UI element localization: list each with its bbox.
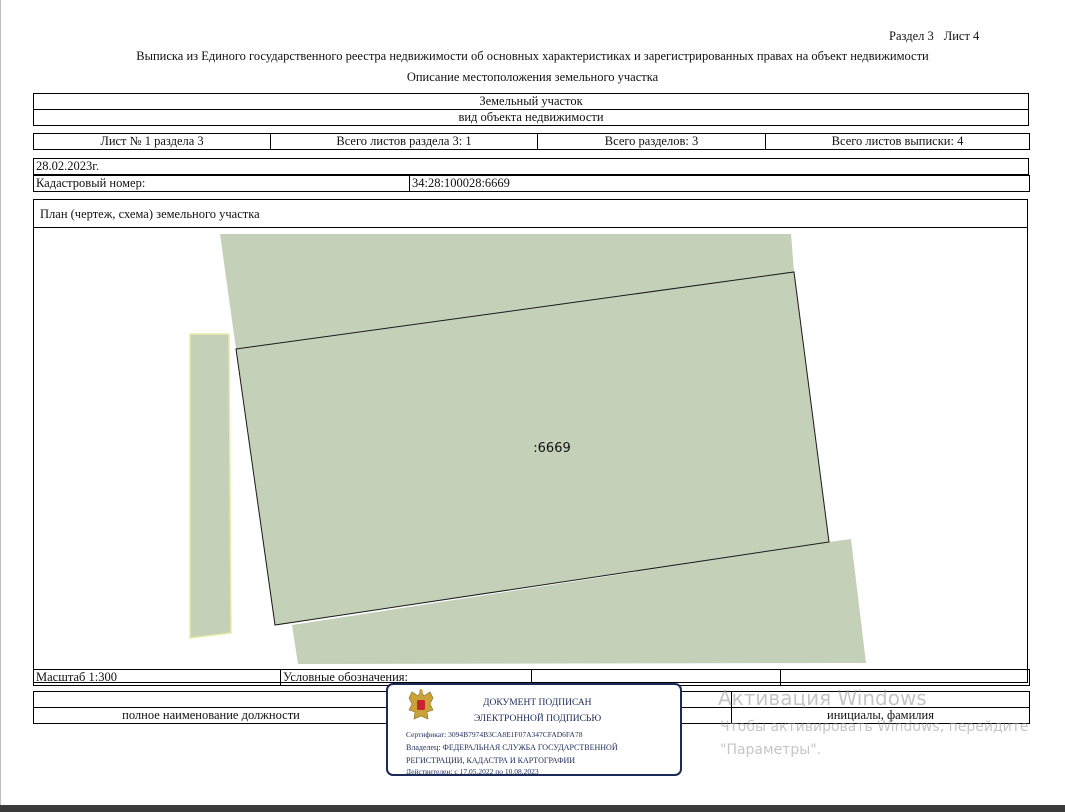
total-extract-sheets: Всего листов выписки: 4 [765, 133, 1030, 150]
neighbor-parcel-left [189, 333, 232, 639]
object-type: Земельный участок [33, 93, 1029, 110]
section-sheet-header: Раздел 3 Лист 4 [879, 29, 979, 44]
object-type-table: Земельный участок вид объекта недвижимос… [33, 93, 1029, 126]
sheets-info-table: Лист № 1 раздела 3 Всего листов раздела … [33, 133, 1030, 150]
stamp-validity: Действителен: с 17.05.2022 по 10.08.2023 [406, 767, 539, 776]
position-caption: полное наименование должности [33, 707, 389, 724]
stamp-line1: ДОКУМЕНТ ПОДПИСАН [483, 698, 592, 708]
windows-activation-title: Активация Windows [718, 686, 927, 710]
total-section-sheets: Всего листов раздела 3: 1 [270, 133, 538, 150]
cadastral-table: Кадастровый номер: 34:28:100028:6669 [33, 175, 1030, 192]
electronic-signature-stamp: ДОКУМЕНТ ПОДПИСАН ЭЛЕКТРОННОЙ ПОДПИСЬЮ С… [386, 683, 682, 776]
plan-title: План (чертеж, схема) земельного участка [40, 207, 260, 221]
stamp-owner-line1: Владелец: ФЕДЕРАЛЬНАЯ СЛУЖБА ГОСУДАРСТВЕ… [406, 743, 618, 752]
windows-activation-line2: "Параметры". [720, 742, 822, 758]
position-cell [33, 691, 389, 708]
stamp-owner-line2: РЕГИСТРАЦИИ, КАДАСТРА И КАРТОГРАФИИ [406, 756, 576, 765]
legend-cell-empty [780, 669, 1030, 686]
cadastral-label: Кадастровый номер: [33, 175, 410, 192]
object-type-caption: вид объекта недвижимости [33, 109, 1029, 126]
parcel-label: :6669 [533, 441, 570, 456]
section-number: Раздел 3 [889, 29, 934, 43]
extract-date: 28.02.2023г. [33, 158, 1029, 175]
page-left-edge [0, 0, 1, 812]
sheet-number: Лист 4 [943, 29, 980, 43]
scale-value: Масштаб 1:300 [33, 669, 281, 686]
cadastral-number: 34:28:100028:6669 [409, 175, 1030, 192]
date-table: 28.02.2023г. [33, 158, 1029, 175]
stamp-line2: ЭЛЕКТРОННОЙ ПОДПИСЬЮ [474, 714, 602, 724]
total-sections: Всего разделов: 3 [537, 133, 766, 150]
double-headed-eagle-emblem-icon [408, 689, 434, 720]
stamp-certificate: Сертификат: 3094B7974B3CA8E1F07A347CFAD6… [406, 730, 583, 739]
sheet-of-section: Лист № 1 раздела 3 [33, 133, 271, 150]
parcel-plan-drawing: :6669 [189, 234, 866, 664]
document-subtitle: Описание местоположения земельного участ… [406, 70, 659, 84]
document-title: Выписка из Единого государственного реес… [136, 49, 929, 63]
plan-section: План (чертеж, схема) земельного участка … [33, 199, 1028, 683]
window-bottom-bar [0, 805, 1065, 812]
windows-activation-line1: Чтобы активировать Windows, перейдите [720, 719, 1029, 735]
